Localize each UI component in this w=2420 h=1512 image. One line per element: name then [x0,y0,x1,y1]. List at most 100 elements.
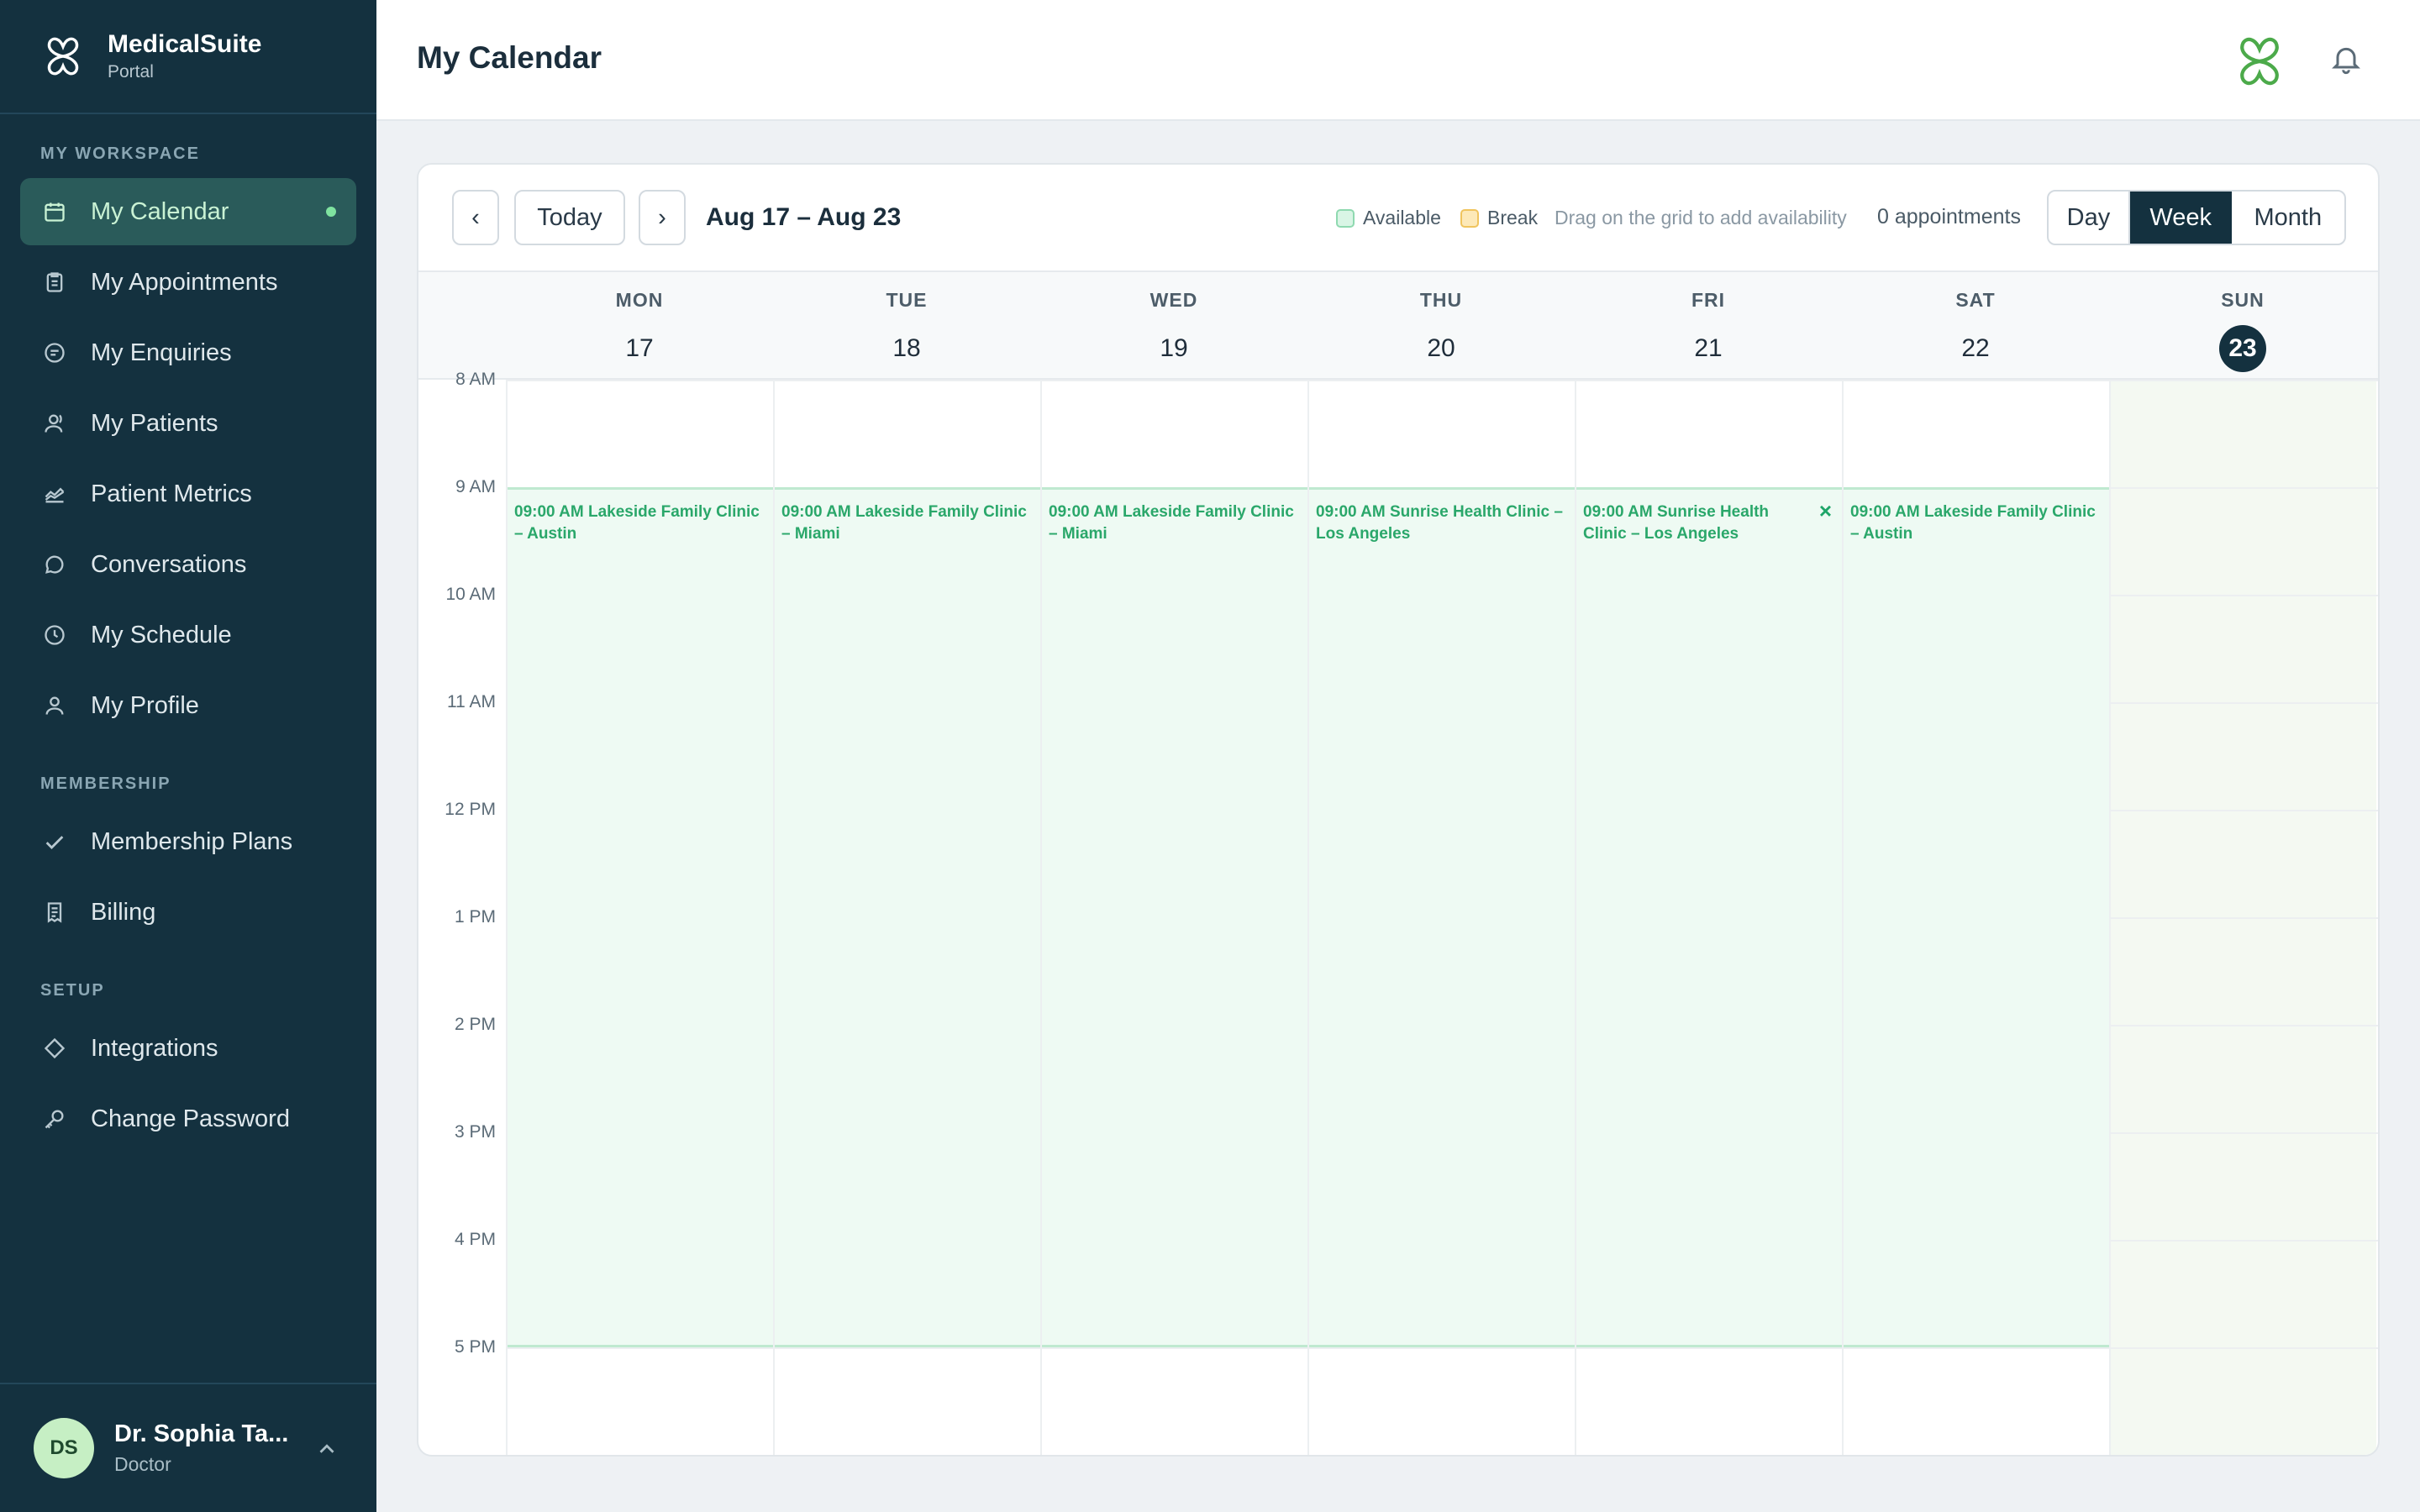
day-number: 19 [1160,334,1188,362]
chevron-up-icon[interactable] [314,1436,339,1462]
day-name: FRI [1691,289,1726,311]
sidebar-item-change-password[interactable]: Change Password [20,1085,356,1152]
sidebar-item-label: My Schedule [91,621,232,648]
enquiry-icon [42,340,67,365]
section-label-membership: MEMBERSHIP [40,774,171,793]
day-number: 20 [1427,334,1455,362]
availability-label: 09:00 AM Lakeside Family Clinic – Austin [1850,503,2096,543]
view-week-button[interactable]: Week [2129,192,2232,244]
remove-availability-icon[interactable]: × [1819,498,1832,524]
day-header-tue[interactable]: TUE 18 [773,272,1040,381]
day-header-sat[interactable]: SAT 22 [1842,272,2109,381]
availability-block[interactable]: 09:00 AM Lakeside Family Clinic – Austin [1844,487,2111,1347]
day-column-sat[interactable]: 09:00 AM Lakeside Family Clinic – Austin [1842,380,2111,1455]
key-icon [42,1106,67,1131]
sidebar-item-label: Membership Plans [91,827,293,855]
next-week-button[interactable]: › [639,190,686,245]
day-name: SUN [2221,289,2265,311]
day-number: 18 [892,334,921,362]
day-column-wed[interactable]: 09:00 AM Lakeside Family Clinic – Miami [1040,380,1309,1455]
availability-label: 09:00 AM Lakeside Family Clinic – Miami [781,503,1027,543]
day-column-tue[interactable]: 09:00 AM Lakeside Family Clinic – Miami [773,380,1042,1455]
day-number: 22 [1961,334,1990,362]
time-label: 3 PM [454,1122,496,1142]
day-name: SAT [1955,289,1996,311]
day-name: MON [615,289,664,311]
day-header-mon[interactable]: MON 17 [506,272,773,381]
sidebar-item-my-calendar[interactable]: My Calendar [20,178,356,245]
day-name: THU [1419,289,1463,311]
availability-label: 09:00 AM Sunrise Health Clinic – Los Ang… [1316,503,1563,543]
sidebar-item-my-enquiries[interactable]: My Enquiries [20,319,356,386]
availability-label: 09:00 AM Lakeside Family Clinic – Miami [1049,503,1294,543]
day-column-mon[interactable]: 09:00 AM Lakeside Family Clinic – Austin [506,380,775,1455]
availability-block[interactable]: 09:00 AM Lakeside Family Clinic – Austin [508,487,775,1347]
diamond-icon [42,1036,67,1061]
availability-label: 09:00 AM Sunrise Health Clinic – Los Ang… [1583,503,1770,543]
sidebar-item-my-profile[interactable]: My Profile [20,672,356,739]
day-header-wed[interactable]: WED 19 [1040,272,1307,381]
legend-break: Break [1460,207,1538,229]
view-month-button[interactable]: Month [2232,192,2344,244]
day-column-sun[interactable] [2109,380,2376,1455]
clover-logo-icon [47,37,79,76]
day-number-today: 23 [2219,325,2266,372]
sidebar-item-label: My Enquiries [91,339,232,366]
brand[interactable]: MedicalSuite Portal [0,0,376,114]
availability-label: 09:00 AM Lakeside Family Clinic – Austin [514,503,760,543]
top-bar: My Calendar [376,0,2420,121]
time-label: 11 AM [447,692,496,711]
view-day-button[interactable]: Day [2049,192,2130,244]
clipboard-icon [42,270,67,295]
time-label: 2 PM [454,1015,496,1034]
prev-week-button[interactable]: ‹ [452,190,499,245]
sidebar-item-label: My Profile [91,691,199,719]
legend-available-label: Available [1363,207,1441,228]
section-label-setup: SETUP [40,981,105,1000]
availability-block[interactable]: 09:00 AM Lakeside Family Clinic – Miami [1042,487,1309,1347]
sidebar-item-my-appointments[interactable]: My Appointments [20,249,356,316]
time-label: 8 AM [455,370,496,389]
day-column-thu[interactable]: 09:00 AM Sunrise Health Clinic – Los Ang… [1307,380,1576,1455]
available-swatch [1336,208,1355,228]
user-role: Doctor [114,1453,171,1475]
profile-icon [42,693,67,718]
availability-block[interactable]: 09:00 AM Sunrise Health Clinic – Los Ang… [1309,487,1576,1347]
appointment-count: 0 appointments [1877,205,2021,228]
sidebar-item-membership-plans[interactable]: Membership Plans [20,808,356,875]
time-label: 5 PM [454,1337,496,1357]
time-label: 4 PM [454,1230,496,1249]
sidebar-item-integrations[interactable]: Integrations [20,1015,356,1082]
day-header-sun[interactable]: SUN 23 [2109,272,2376,381]
check-icon [42,829,67,854]
day-name: WED [1150,289,1198,311]
sidebar-item-patient-metrics[interactable]: Patient Metrics [20,460,356,528]
time-label: 12 PM [445,800,496,819]
sidebar-item-my-schedule[interactable]: My Schedule [20,601,356,669]
sidebar-item-my-patients[interactable]: My Patients [20,390,356,457]
sidebar-item-billing[interactable]: Billing [20,879,356,946]
user-menu[interactable]: DS Dr. Sophia Ta... Doctor [0,1383,376,1512]
availability-block[interactable]: 09:00 AM Sunrise Health Clinic – Los Ang… [1576,487,1844,1347]
day-header-fri[interactable]: FRI 21 [1575,272,1842,381]
sidebar-item-label: Patient Metrics [91,480,252,507]
notification-bell-icon[interactable] [2329,42,2363,76]
day-header-thu[interactable]: THU 20 [1307,272,1575,381]
day-name: TUE [886,289,928,311]
sidebar-item-label: Billing [91,898,156,926]
calendar-icon [42,199,67,224]
receipt-icon [42,900,67,925]
clock-icon [42,622,67,648]
active-indicator-dot [326,207,336,217]
time-label: 1 PM [454,907,496,927]
break-swatch [1460,208,1479,228]
calendar-card: ‹ Today › Aug 17 – Aug 23 Available Brea… [417,163,2380,1457]
date-range-label: Aug 17 – Aug 23 [706,203,902,231]
day-column-fri[interactable]: 09:00 AM Sunrise Health Clinic – Los Ang… [1575,380,1844,1455]
availability-block[interactable]: 09:00 AM Lakeside Family Clinic – Miami [775,487,1042,1347]
sidebar-item-label: My Calendar [91,197,229,225]
sidebar-item-label: Integrations [91,1034,218,1062]
sidebar-item-conversations[interactable]: Conversations [20,531,356,598]
time-grid[interactable]: 8 AM 9 AM 10 AM 11 AM 12 PM 1 PM 2 PM 3 … [418,370,2378,1455]
today-button[interactable]: Today [514,190,625,245]
